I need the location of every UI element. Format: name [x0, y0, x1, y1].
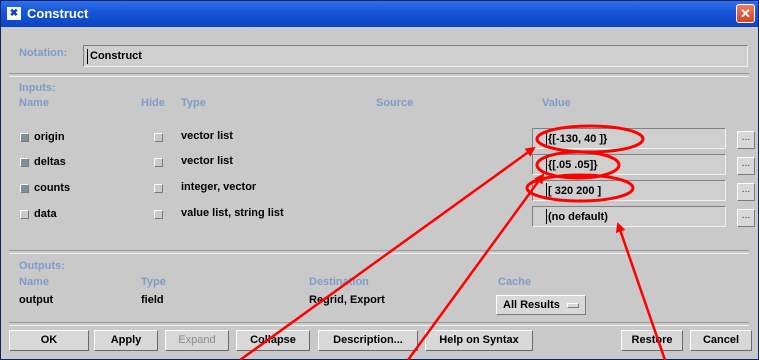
annotation-arrow-counts	[615, 222, 667, 360]
annotation-arrow-origin	[239, 146, 536, 360]
annotation-ellipse-origin	[535, 124, 645, 154]
annotation-overlay	[239, 124, 667, 360]
annotation-arrow-deltas	[406, 173, 545, 360]
